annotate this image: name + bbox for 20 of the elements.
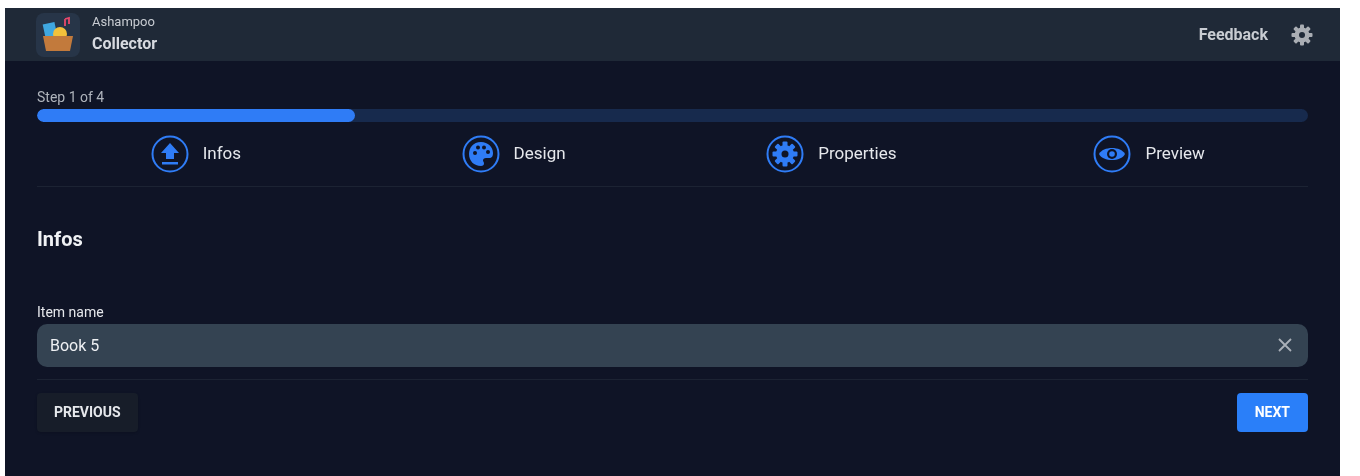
- eye-icon: [1093, 135, 1132, 173]
- previous-button[interactable]: PREVIOUS: [37, 393, 138, 432]
- section-title: Infos: [37, 226, 84, 253]
- step-counter: Step 1 of 4: [37, 88, 106, 106]
- app-logo-icon: [36, 12, 80, 57]
- clear-icon[interactable]: [1278, 338, 1292, 352]
- settings-icon[interactable]: [1290, 22, 1314, 47]
- palette-icon: [461, 135, 500, 173]
- gear-icon: [766, 135, 805, 173]
- brand-name: Ashampoo: [92, 13, 156, 30]
- step-label[interactable]: Design: [513, 141, 566, 167]
- app-title: Collector: [92, 32, 158, 55]
- upload-icon: [150, 135, 189, 173]
- step-label[interactable]: Infos: [202, 141, 242, 167]
- item-name-field[interactable]: Book 5: [37, 324, 1308, 367]
- step-label[interactable]: Properties: [818, 141, 897, 167]
- field-label: Item name: [37, 303, 105, 321]
- feedback-button[interactable]: Feedback: [1198, 22, 1268, 47]
- step-label[interactable]: Preview: [1145, 141, 1205, 167]
- next-button[interactable]: NEXT: [1236, 393, 1308, 432]
